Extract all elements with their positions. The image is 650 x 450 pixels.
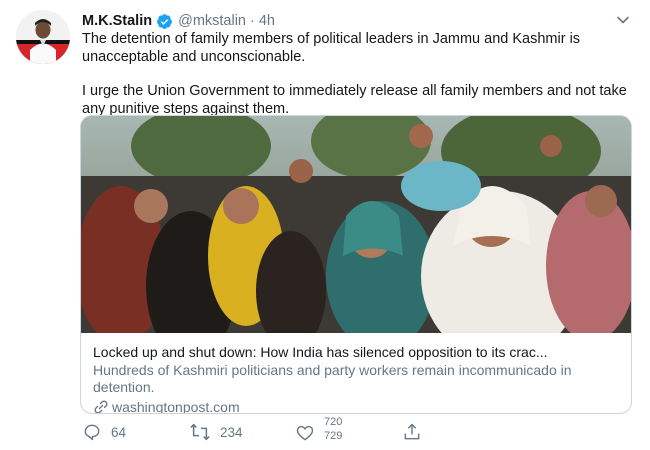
tweet-text: The detention of family members of polit… (82, 31, 634, 118)
share-button[interactable] (402, 422, 431, 442)
card-description: Hundreds of Kashmiri politicians and par… (93, 362, 572, 395)
chevron-down-icon[interactable] (616, 13, 630, 27)
card-body: Locked up and shut down: How India has s… (93, 343, 619, 414)
like-count: 720 729 (324, 417, 354, 444)
retweet-icon (190, 423, 210, 441)
card-title[interactable]: Locked up and shut down: How India has s… (93, 343, 619, 361)
avatar[interactable] (16, 10, 70, 64)
author-name[interactable]: M.K.Stalin (82, 13, 152, 29)
tweet-header: M.K.Stalin @mkstalin · 4h (82, 11, 630, 31)
like-button[interactable]: 720 729 (295, 417, 354, 444)
reply-icon (84, 424, 100, 441)
link-icon (94, 400, 108, 413)
card-domain-text: washingtonpost.com (112, 399, 240, 414)
retweet-count: 234 (220, 424, 243, 440)
tweet-timestamp[interactable]: 4h (259, 13, 275, 29)
like-count-previous: 720 (324, 416, 343, 428)
share-icon (404, 423, 420, 440)
heart-icon (296, 425, 314, 441)
separator-dot: · (250, 13, 255, 29)
card-domain[interactable]: washingtonpost.com (93, 399, 619, 414)
tweet-paragraph: The detention of family members of polit… (82, 31, 581, 65)
retweet-button[interactable]: 234 (189, 422, 243, 442)
action-bar: 64 234 720 729 (82, 416, 650, 446)
tweet-paragraph: I urge the Union Government to immediate… (82, 83, 627, 117)
author-handle[interactable]: @mkstalin (178, 13, 246, 29)
card-photo (81, 116, 631, 333)
verified-badge-icon (157, 13, 173, 29)
reply-count: 64 (111, 424, 127, 440)
link-card[interactable]: Locked up and shut down: How India has s… (80, 115, 632, 414)
reply-button[interactable]: 64 (82, 422, 126, 442)
like-count-current: 729 (324, 430, 343, 442)
